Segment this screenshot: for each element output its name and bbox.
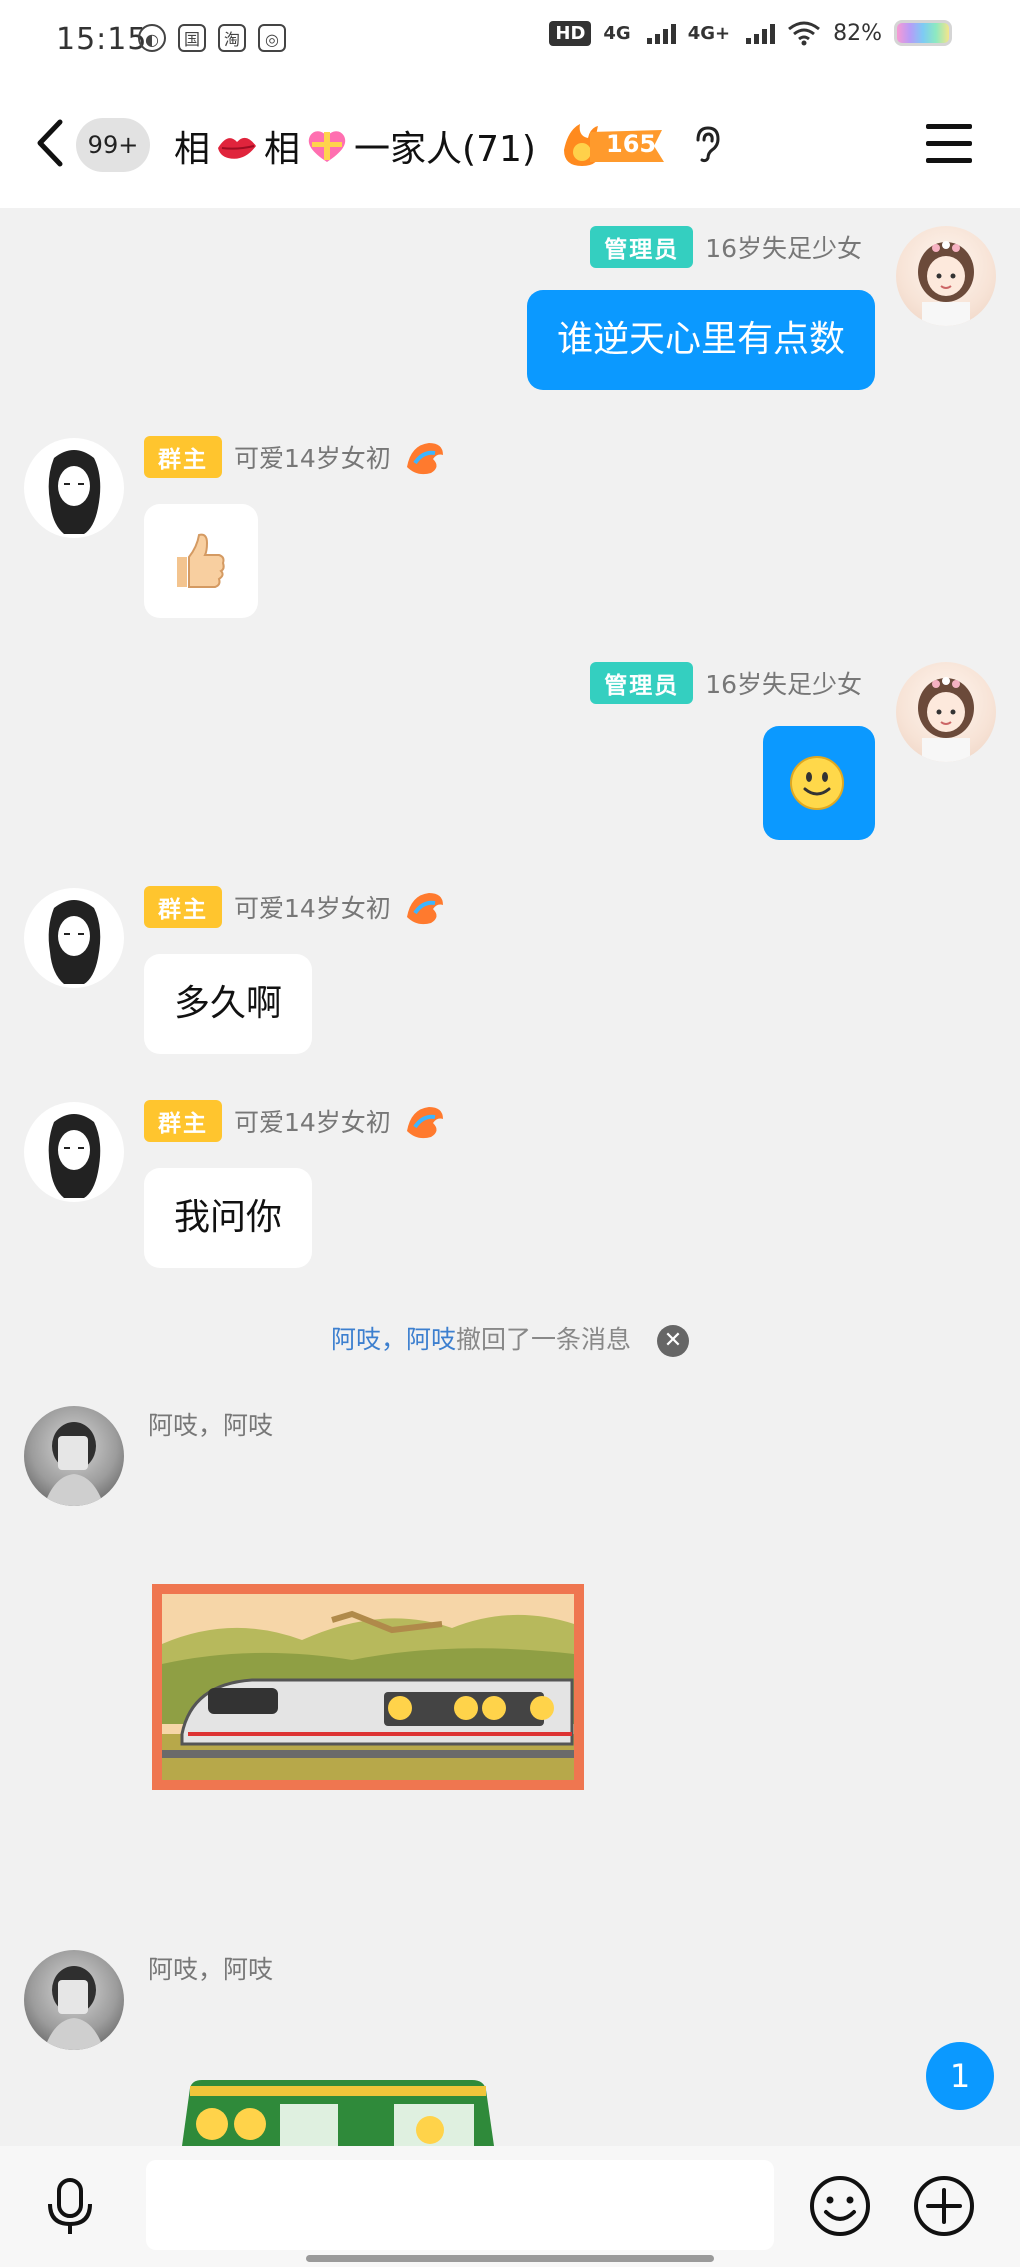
avatar-admin[interactable] — [896, 226, 996, 326]
message-bubble[interactable]: 我问你 — [144, 1168, 313, 1268]
sender-name[interactable]: 16岁失足少女 — [705, 665, 862, 701]
sender-name[interactable]: 可爱14岁女初 — [234, 889, 391, 925]
sender-meta: 群主 可爱14岁女初 — [144, 1100, 447, 1142]
hd-icon: HD — [549, 20, 592, 46]
fire-count: 165 — [606, 130, 657, 158]
emoji-bubble[interactable] — [144, 504, 258, 618]
sender-meta: 阿吱，阿吱 — [148, 1950, 273, 1986]
sketch-avatar-art — [48, 900, 101, 984]
close-icon[interactable]: ✕ — [657, 1325, 690, 1357]
net-label-2: 4G+ — [687, 22, 731, 44]
level-badge-icon — [406, 893, 443, 925]
taobao-icon: 淘 — [218, 24, 246, 52]
status-bar: 15:15 ◐ 国 淘 ◎ HD 4G 4G+ 82% — [0, 0, 1020, 80]
title-part-3: 一家人(71) — [354, 129, 536, 170]
app-icon: ◎ — [258, 24, 286, 52]
girl-avatar-art — [918, 677, 974, 762]
system-indicators: HD 4G 4G+ 82% — [549, 20, 952, 46]
sketch-avatar-art — [48, 1114, 101, 1198]
weibo-icon: ◐ — [138, 24, 166, 52]
owner-tag: 群主 — [144, 436, 222, 478]
sender-meta: 群主 可爱14岁女初 — [144, 886, 447, 928]
clock: 15:15 — [56, 22, 148, 57]
photo-avatar-art — [44, 1422, 104, 1506]
message-bubble[interactable]: 多久啊 — [144, 954, 313, 1054]
signal-icon — [646, 22, 676, 44]
chat-header: 99+ 相 相 一家人(71) 165 — [0, 80, 1020, 208]
ear-icon[interactable] — [692, 124, 722, 164]
sender-name[interactable]: 可爱14岁女初 — [234, 1103, 391, 1139]
battery-percent: 82% — [833, 20, 882, 46]
owner-tag: 群主 — [144, 1100, 222, 1142]
unread-badge[interactable]: 99+ — [76, 118, 150, 172]
level-badge-icon — [406, 443, 443, 475]
sender-meta: 群主 可爱14岁女初 — [144, 436, 447, 478]
wifi-icon — [788, 21, 821, 46]
new-message-badge[interactable]: 1 — [926, 2042, 994, 2110]
avatar-admin[interactable] — [896, 662, 996, 762]
admin-tag: 管理员 — [590, 226, 694, 268]
guo-icon: 国 — [178, 24, 206, 52]
photo-avatar-art — [44, 1966, 104, 2050]
message-bubble[interactable]: 谁逆天心里有点数 — [526, 290, 875, 390]
message-input[interactable] — [146, 2160, 774, 2250]
recall-text: 撤回了一条消息 — [456, 1325, 632, 1354]
avatar-member[interactable] — [24, 1950, 124, 2050]
owner-tag: 群主 — [144, 886, 222, 928]
sender-name[interactable]: 阿吱，阿吱 — [148, 1950, 273, 1986]
avatar-owner[interactable] — [24, 888, 124, 988]
notification-icons: ◐ 国 淘 ◎ — [138, 24, 286, 52]
level-badge-icon — [406, 1107, 443, 1139]
sender-name[interactable]: 可爱14岁女初 — [234, 439, 391, 475]
emoji-bubble[interactable] — [763, 726, 875, 840]
title-part-1: 相 — [174, 129, 211, 170]
sender-name[interactable]: 阿吱，阿吱 — [148, 1406, 273, 1442]
emoji-icon[interactable] — [808, 2174, 872, 2238]
lips-icon — [218, 137, 257, 159]
smile-icon — [790, 756, 844, 810]
sender-meta: 管理员 16岁失足少女 — [590, 662, 862, 704]
input-bar — [0, 2146, 1020, 2267]
thumbs-up-icon — [177, 533, 225, 588]
signal-icon-2 — [746, 22, 776, 44]
home-indicator[interactable] — [306, 2255, 714, 2262]
back-arrow-icon[interactable] — [34, 118, 64, 168]
net-label-1: 4G — [603, 22, 631, 44]
mic-icon[interactable] — [42, 2176, 98, 2238]
sketch-avatar-art — [48, 450, 101, 534]
sender-name[interactable]: 16岁失足少女 — [705, 229, 862, 265]
sender-meta: 管理员 16岁失足少女 — [590, 226, 862, 268]
title-part-2: 相 — [264, 129, 301, 170]
menu-icon[interactable] — [926, 124, 972, 164]
avatar-owner[interactable] — [24, 438, 124, 538]
avatar-owner[interactable] — [24, 1102, 124, 1202]
battery-icon — [894, 20, 952, 46]
sender-meta: 阿吱，阿吱 — [148, 1406, 273, 1442]
girl-avatar-art — [918, 241, 974, 326]
recall-user-link[interactable]: 阿吱，阿吱 — [331, 1325, 456, 1354]
heart-gift-icon — [308, 131, 346, 162]
plus-icon[interactable] — [912, 2174, 976, 2238]
admin-tag: 管理员 — [590, 662, 694, 704]
green-train-sticker[interactable] — [172, 2078, 494, 2146]
group-title[interactable]: 相 相 一家人(71) — [174, 120, 536, 172]
train-sticker[interactable] — [152, 1584, 584, 1790]
recall-notice: 阿吱，阿吱撤回了一条消息 ✕ — [0, 1320, 1020, 1357]
avatar-member[interactable] — [24, 1406, 124, 1506]
